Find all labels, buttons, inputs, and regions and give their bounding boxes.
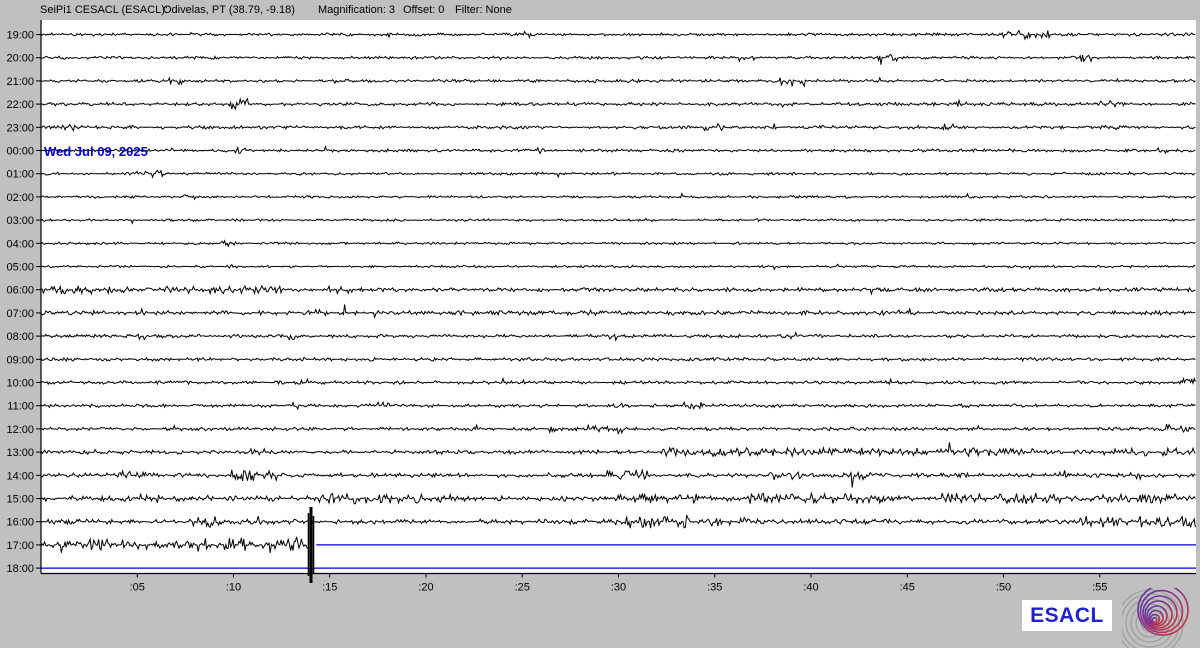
time-label-11:00: 11:00 — [7, 401, 34, 413]
minute-label-:10: :10 — [226, 582, 241, 594]
minute-label-:15: :15 — [322, 582, 337, 594]
time-label-18:00: 18:00 — [6, 563, 34, 575]
helicorder-plot[interactable]: 19:00 20:00 21:00 22:00 23:00 00:00 01:00 02:00… — [0, 0, 1200, 648]
time-label-08:00: 08:00 — [6, 331, 34, 343]
time-label-09:00: 09:00 — [6, 354, 34, 366]
time-label-02:00: 02:00 — [6, 192, 34, 204]
minute-label-:55: :55 — [1092, 582, 1107, 594]
time-label-14:00: 14:00 — [6, 470, 34, 482]
time-label-17:00: 17:00 — [6, 540, 34, 552]
minute-label-:25: :25 — [515, 582, 530, 594]
minute-label-:20: :20 — [418, 582, 433, 594]
time-label-07:00: 07:00 — [6, 308, 34, 320]
time-label-13:00: 13:00 — [6, 447, 34, 459]
time-label-04:00: 04:00 — [6, 238, 34, 250]
time-label-22:00: 22:00 — [6, 99, 34, 111]
minute-label-:40: :40 — [803, 582, 818, 594]
helicorder-window: SeiPi1 CESACL (ESACL): Odivelas, PT (38.… — [0, 0, 1200, 648]
seismic-spiral-icon — [1122, 588, 1200, 648]
time-label-12:00: 12:00 — [6, 424, 34, 436]
time-label-23:00: 23:00 — [6, 122, 34, 134]
esacl-logo-text: ESACL — [1030, 604, 1104, 628]
minute-label-:30: :30 — [611, 582, 626, 594]
time-label-00:00: 00:00 — [6, 146, 34, 158]
time-label-03:00: 03:00 — [6, 215, 34, 227]
minute-label-:50: :50 — [996, 582, 1011, 594]
time-label-16:00: 16:00 — [6, 517, 34, 529]
time-label-10:00: 10:00 — [6, 378, 34, 390]
time-label-19:00: 19:00 — [6, 30, 34, 42]
minute-label-:05: :05 — [130, 582, 145, 594]
time-label-01:00: 01:00 — [6, 169, 34, 181]
time-label-06:00: 06:00 — [6, 285, 34, 297]
time-label-20:00: 20:00 — [6, 53, 34, 65]
time-label-21:00: 21:00 — [6, 76, 34, 88]
minute-label-:35: :35 — [707, 582, 722, 594]
time-label-05:00: 05:00 — [6, 262, 34, 274]
date-label: Wed Jul 09, 2025 — [44, 144, 148, 159]
minute-label-:45: :45 — [900, 582, 915, 594]
time-label-15:00: 15:00 — [6, 494, 34, 506]
esacl-logo[interactable]: ESACL — [1022, 600, 1112, 631]
